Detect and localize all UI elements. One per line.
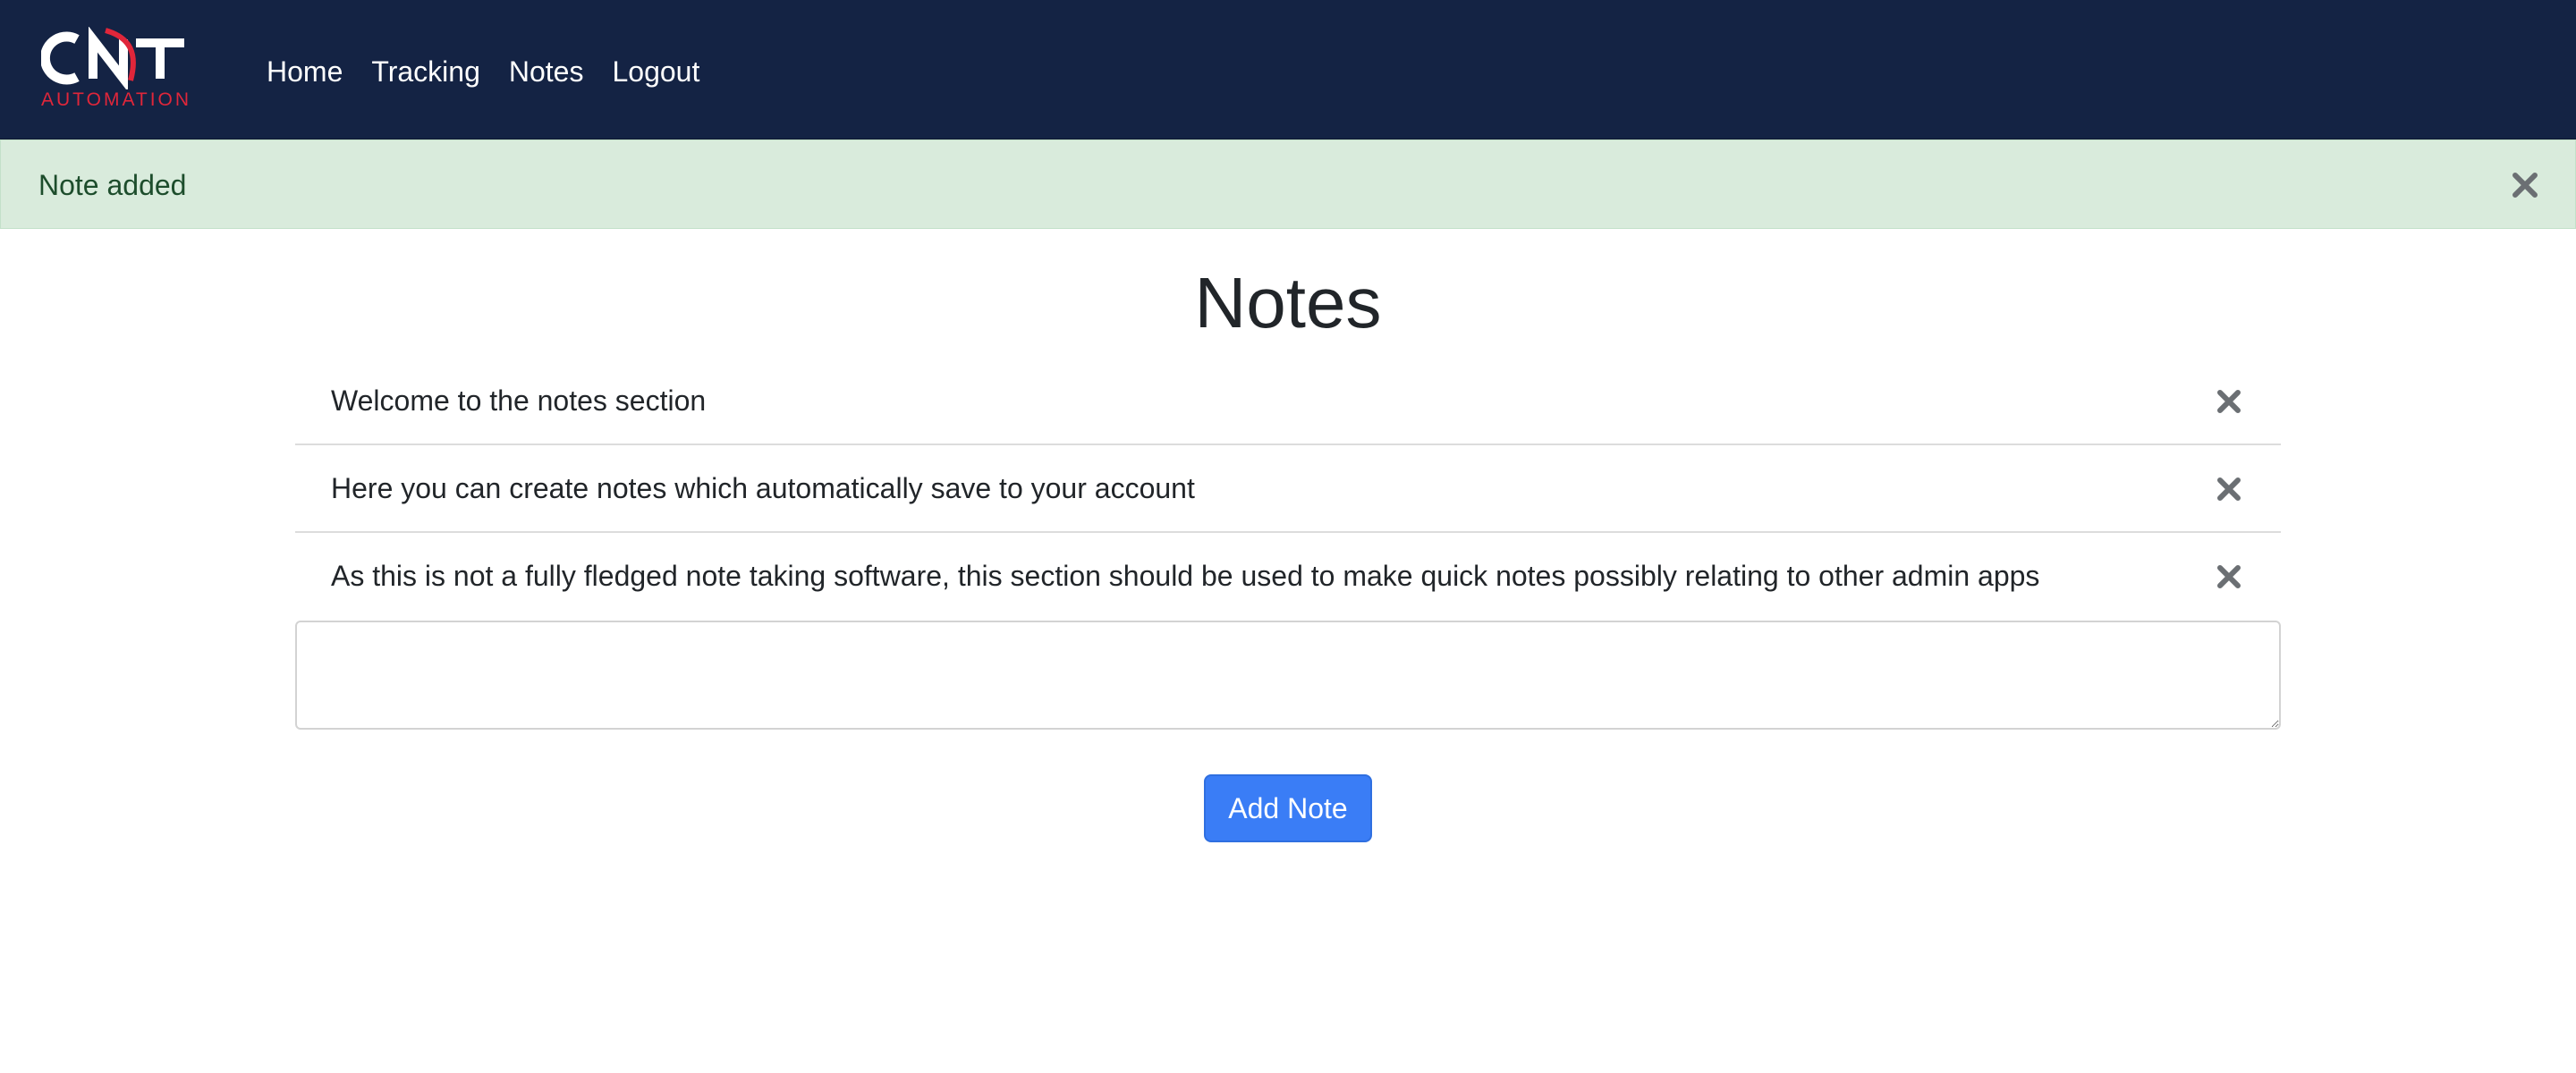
close-icon[interactable] [2507,167,2543,203]
close-icon[interactable] [2213,561,2245,593]
close-icon[interactable] [2213,385,2245,418]
note-text: Welcome to the notes section [331,384,707,417]
nav-item-home[interactable]: Home [267,50,343,93]
alert-message: Note added [38,169,187,201]
list-item: Here you can create notes which automati… [295,445,2281,533]
page-title: Notes [1194,263,1382,342]
note-input[interactable] [295,621,2281,730]
list-item: Welcome to the notes section [295,358,2281,445]
logo-mark-icon [41,27,184,89]
list-item: As this is not a fully fledged note taki… [295,533,2281,621]
logo-subtext: AUTOMATION [41,89,192,110]
close-icon[interactable] [2213,473,2245,505]
nav-item-notes[interactable]: Notes [509,50,584,93]
brand-logo[interactable]: AUTOMATION [41,27,190,114]
add-note-button[interactable]: Add Note [1204,774,1372,842]
note-text: As this is not a fully fledged note taki… [331,560,2040,592]
top-navbar: AUTOMATION Home Tracking Notes Logout [0,0,2576,139]
nav-item-tracking[interactable]: Tracking [371,50,480,93]
success-alert: Note added [0,139,2576,229]
notes-list: Welcome to the notes section Here you ca… [295,358,2281,621]
note-text: Here you can create notes which automati… [331,472,1195,504]
nav-item-logout[interactable]: Logout [612,50,699,93]
main-nav: Home Tracking Notes Logout [267,50,728,93]
